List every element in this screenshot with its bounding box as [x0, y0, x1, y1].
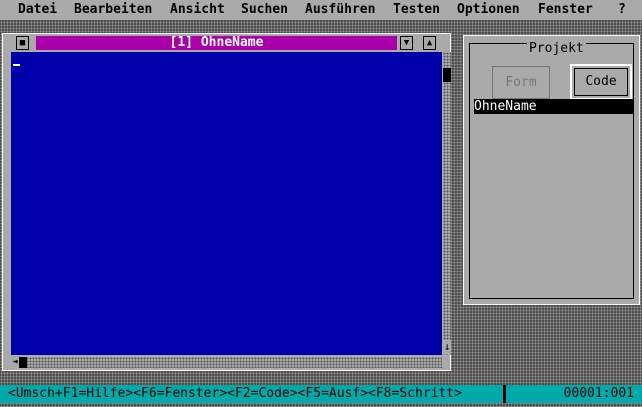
- horizontal-scrollbar[interactable]: ◄: [11, 357, 442, 368]
- menu-ausfuehren[interactable]: Ausführen: [305, 2, 375, 18]
- menu-help[interactable]: ?: [618, 2, 626, 18]
- scroll-left-arrow-icon[interactable]: ◄: [11, 357, 19, 368]
- vertical-scroll-thumb[interactable]: [443, 68, 451, 82]
- code-editor[interactable]: [11, 52, 442, 355]
- project-panel: Projekt Form Code OhneName: [463, 35, 640, 305]
- minimize-window-icon[interactable]: ▼: [400, 36, 413, 50]
- code-window-title[interactable]: [1] OhneName: [36, 36, 397, 50]
- menu-bar: Datei Bearbeiten Ansicht Suchen Ausführe…: [0, 0, 642, 20]
- status-divider: [503, 385, 506, 403]
- code-window: ■ [1] OhneName ▼ ▲ ↓ ◄: [2, 33, 451, 371]
- menu-testen[interactable]: Testen: [393, 2, 440, 18]
- text-cursor: [13, 64, 20, 66]
- project-list-item[interactable]: OhneName: [474, 99, 633, 114]
- status-bar: <Umsch+F1=Hilfe><F6=Fenster><F2=Code><F5…: [0, 385, 642, 403]
- code-button[interactable]: Code: [570, 64, 632, 100]
- scroll-down-arrow-icon[interactable]: ↓: [443, 340, 451, 354]
- menu-optionen[interactable]: Optionen: [457, 2, 520, 18]
- menu-suchen[interactable]: Suchen: [241, 2, 288, 18]
- maximize-window-icon[interactable]: ▲: [423, 36, 436, 50]
- form-button[interactable]: Form: [492, 66, 550, 99]
- close-window-icon[interactable]: ■: [16, 36, 29, 50]
- menu-bearbeiten[interactable]: Bearbeiten: [74, 2, 152, 18]
- menu-fenster[interactable]: Fenster: [538, 2, 593, 18]
- project-title: Projekt: [527, 41, 586, 56]
- vertical-scrollbar[interactable]: ↓: [443, 52, 451, 355]
- menu-ansicht[interactable]: Ansicht: [170, 2, 225, 18]
- cursor-position: 00001:001: [563, 386, 634, 401]
- project-frame: Projekt Form Code: [469, 41, 634, 299]
- horizontal-scroll-thumb[interactable]: [19, 357, 27, 368]
- status-hints: <Umsch+F1=Hilfe><F6=Fenster><F2=Code><F5…: [8, 386, 462, 401]
- menu-datei[interactable]: Datei: [18, 2, 57, 18]
